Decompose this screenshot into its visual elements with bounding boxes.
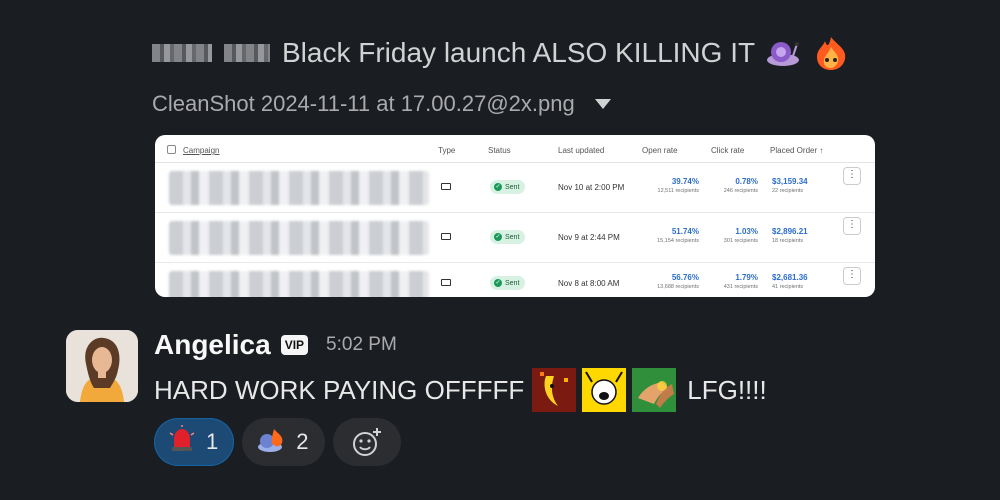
more-options-icon: ⋮ [843,167,861,185]
click-recipients: 301 recipients [723,238,758,244]
table-header: Campaign Type Status Last updated Open r… [155,135,875,163]
col-click-rate: Click rate [711,146,745,155]
reaction-siren[interactable]: 1 [154,418,235,466]
email-icon [441,233,451,240]
snail-emoji [763,35,803,71]
attachment-header[interactable]: CleanShot 2024-11-11 at 17.00.27@2x.png [152,88,992,120]
placed-order: $3,159.34 [772,177,808,186]
col-open-rate: Open rate [642,146,678,155]
more-options-icon: ⋮ [843,217,861,235]
message-line: Black Friday launch ALSO KILLING IT [152,30,992,76]
message-text: Black Friday launch ALSO KILLING IT [282,37,756,68]
high-five-emoji [632,368,677,412]
last-updated: Nov 9 at 2:44 PM [558,233,620,242]
redacted-campaign [169,171,429,205]
add-reaction-button[interactable] [332,418,401,466]
col-type: Type [438,146,456,155]
check-icon: ✓ [494,183,502,191]
placed-recipients: 41 recipients [772,284,804,290]
siren-emoji [168,424,196,460]
table-row: ✓ Sent Nov 10 at 2:00 PM 39.74% 12,511 re… [155,163,875,213]
fire-snail-emoji [256,425,286,460]
open-recipients: 15,154 recipients [657,238,699,244]
message: Angelica VIP 5:02 PM HARD WORK PAYING OF… [0,320,1000,470]
table-row: ✓ Sent Nov 9 at 2:44 PM 51.74% 15,154 rec… [155,213,875,263]
col-campaign: Campaign [183,146,220,155]
reactions-bar: 1 2 [154,418,401,466]
open-recipients: 13,688 recipients [657,284,699,290]
all-the-things-emoji [582,368,627,412]
click-rate: 1.03% [735,227,758,236]
redacted-campaign [169,221,429,255]
status-badge: ✓ Sent [490,180,526,194]
email-icon [441,279,451,286]
placed-order: $2,681.36 [772,273,808,282]
message-header: Angelica VIP 5:02 PM [154,326,397,364]
redacted-campaign [169,271,429,297]
vip-badge: VIP [280,335,309,355]
more-options-icon: ⋮ [843,267,861,285]
placed-recipients: 22 recipients [772,188,804,194]
checkbox-icon [167,145,176,154]
open-rate: 56.76% [671,273,699,282]
col-status: Status [488,146,511,155]
email-icon [441,183,451,190]
author-name[interactable]: Angelica [154,329,271,361]
redacted-text [152,44,212,62]
open-rate: 51.74% [671,227,699,236]
timestamp[interactable]: 5:02 PM [326,334,397,356]
message-text: HARD WORK PAYING OFFFFF [154,374,525,405]
col-last-updated: Last updated [558,146,605,155]
last-updated: Nov 8 at 8:00 AM [558,279,620,288]
open-rate: 39.74% [671,177,699,186]
open-recipients: 12,511 recipients [657,188,699,194]
reaction-count: 2 [296,429,309,454]
message-body: HARD WORK PAYING OFFFFF LFG!!!! [154,368,767,412]
check-icon: ✓ [494,233,502,241]
col-placed-order: Placed Order ↑ [770,146,824,155]
check-icon: ✓ [494,279,502,287]
message-continuation: Black Friday launch ALSO KILLING IT Clea… [152,30,992,320]
fire-emoji [811,35,851,71]
status-badge: ✓ Sent [490,276,526,290]
click-rate: 1.79% [735,273,758,282]
add-reaction-icon [352,428,381,456]
chevron-down-icon[interactable] [594,99,611,109]
click-recipients: 246 recipients [723,188,758,194]
dancing-banana-emoji [532,368,577,412]
click-rate: 0.78% [735,177,758,186]
placed-order: $2,896.21 [772,227,808,236]
attachment-image[interactable]: Campaign Type Status Last updated Open r… [155,135,875,297]
last-updated: Nov 10 at 2:00 PM [558,183,625,192]
reaction-count: 1 [206,429,219,454]
reaction-fire-snail[interactable]: 2 [242,418,325,466]
table-row: ✓ Sent Nov 8 at 8:00 AM 56.76% 13,688 rec… [155,263,875,297]
placed-recipients: 18 recipients [772,238,804,244]
message-text-after: LFG!!!! [687,374,767,405]
status-badge: ✓ Sent [490,230,526,244]
click-recipients: 431 recipients [723,284,758,290]
attachment-filename[interactable]: CleanShot 2024-11-11 at 17.00.27@2x.png [152,91,575,117]
redacted-text [224,44,270,62]
avatar[interactable] [66,330,138,402]
